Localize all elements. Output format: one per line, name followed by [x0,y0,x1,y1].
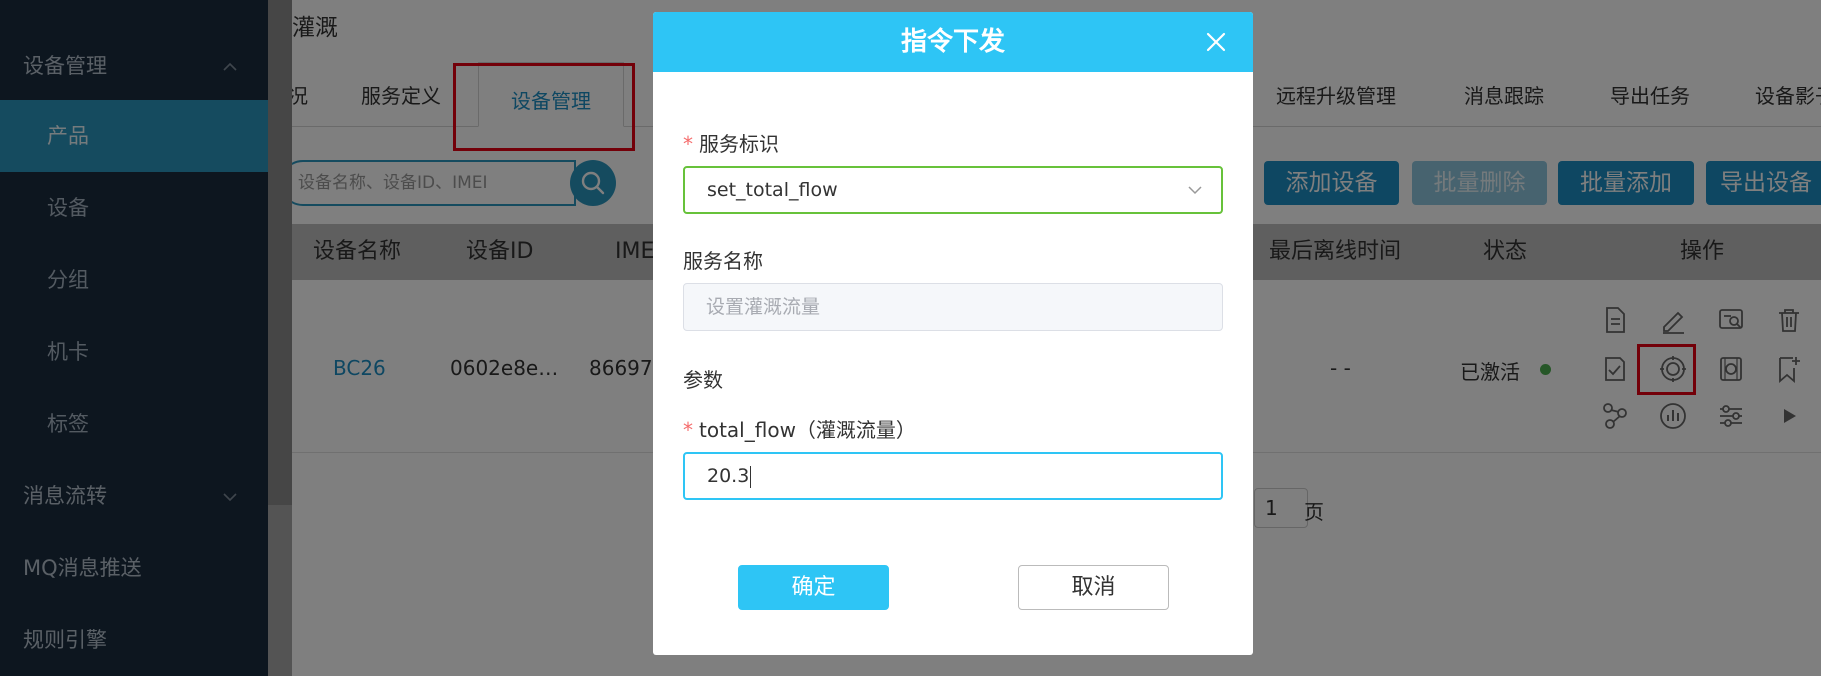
total-flow-value: 20.3 [707,465,750,487]
cancel-button[interactable]: 取消 [1018,565,1169,610]
service-id-value: set_total_flow [707,179,838,201]
command-dispatch-dialog: 指令下发 * 服务标识 set_total_flow 服务名称 设置灌溉流量 参数… [653,12,1253,655]
dialog-header: 指令下发 [653,12,1253,72]
text-caret [750,465,752,488]
total-flow-input[interactable]: 20.3 [683,452,1223,500]
dialog-title: 指令下发 [900,27,1005,57]
required-asterisk: * [683,418,693,442]
total-flow-label: * total_flow（灌溉流量） [683,418,916,442]
required-asterisk: * [683,132,693,156]
close-icon[interactable] [1203,29,1229,55]
service-name-input: 设置灌溉流量 [683,283,1223,331]
service-name-label: 服务名称 [683,249,763,273]
chevron-down-icon [1188,186,1202,195]
service-id-select[interactable]: set_total_flow [683,166,1223,214]
confirm-button[interactable]: 确定 [738,565,889,610]
service-id-label: * 服务标识 [683,132,779,156]
params-section-label: 参数 [683,368,723,392]
